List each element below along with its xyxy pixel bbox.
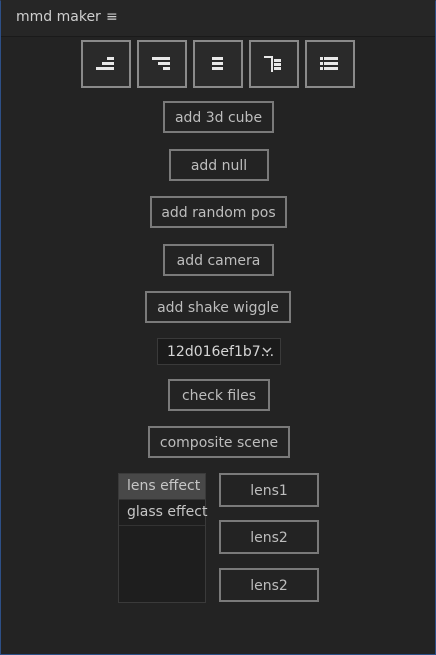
file-select-dropdown[interactable]: 12d016ef1b7...: [157, 338, 281, 365]
composite-scene-button[interactable]: composite scene: [148, 426, 290, 458]
lens1-button[interactable]: lens1: [219, 473, 319, 507]
panel-header: mmd maker ≡: [1, 0, 435, 37]
lens2-button-secondary[interactable]: lens2: [219, 568, 319, 602]
effects-list-item-lens-effect[interactable]: lens effect: [119, 474, 205, 500]
align-bottom-right-icon: [96, 57, 114, 70]
add-shake-wiggle-button[interactable]: add shake wiggle: [145, 291, 291, 323]
align-full-lines-icon: [320, 57, 338, 70]
add-3d-cube-button[interactable]: add 3d cube: [163, 101, 274, 133]
panel-menu-icon[interactable]: ≡: [106, 9, 118, 25]
align-top-right-icon: [152, 57, 170, 70]
panel: [0, 0, 436, 655]
file-select-value: 12d016ef1b7...: [167, 344, 275, 360]
check-files-button[interactable]: check files: [168, 379, 270, 411]
add-null-button[interactable]: add null: [169, 149, 269, 181]
effects-listbox[interactable]: lens effect glass effect: [118, 473, 207, 603]
align-top-right-button[interactable]: [137, 40, 187, 88]
chevron-down-icon: [262, 347, 272, 353]
lens2-button[interactable]: lens2: [219, 520, 319, 554]
align-left-bar-icon: [264, 56, 281, 72]
add-random-pos-button[interactable]: add random pos: [150, 196, 287, 228]
align-center-icon: [212, 57, 223, 70]
align-bottom-right-button[interactable]: [81, 40, 131, 88]
align-left-bar-button[interactable]: [249, 40, 299, 88]
panel-title: mmd maker: [16, 9, 101, 25]
add-camera-button[interactable]: add camera: [163, 244, 274, 276]
align-center-button[interactable]: [193, 40, 243, 88]
effects-list-item-glass-effect[interactable]: glass effect: [119, 500, 207, 526]
align-full-lines-button[interactable]: [305, 40, 355, 88]
